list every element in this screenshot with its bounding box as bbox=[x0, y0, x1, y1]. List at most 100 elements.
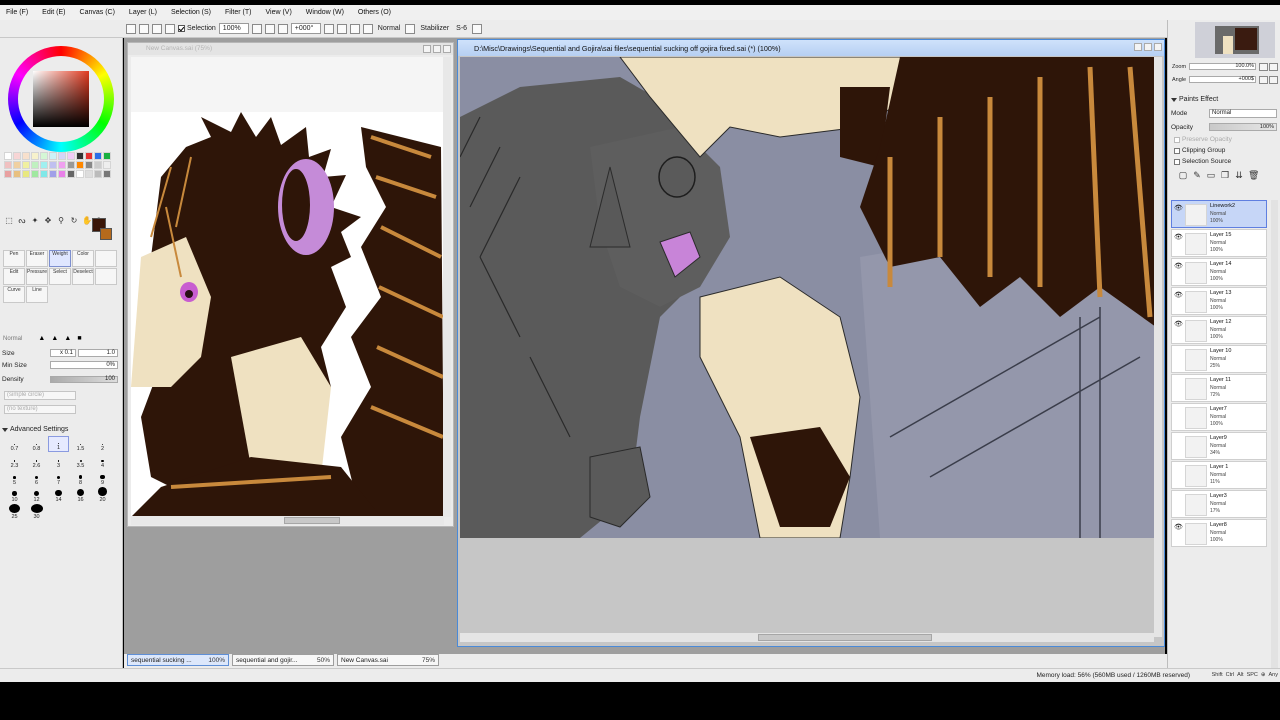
paints-effect-toggle[interactable]: Paints Effect bbox=[1171, 96, 1218, 103]
eye-hidden-icon[interactable] bbox=[1174, 466, 1182, 474]
scrollbar-thumb[interactable] bbox=[284, 517, 340, 524]
selection-toggle[interactable]: Selection bbox=[178, 25, 216, 32]
selection-source-checkbox[interactable] bbox=[1174, 158, 1180, 165]
color-swatch[interactable] bbox=[4, 161, 12, 169]
flip-horizontal-button[interactable] bbox=[362, 23, 373, 34]
preserve-opacity-checkbox[interactable] bbox=[1174, 136, 1180, 143]
color-swatch[interactable] bbox=[94, 161, 102, 169]
rotate-icon[interactable]: ↻ bbox=[69, 216, 79, 225]
layer-row[interactable]: 👁 Layer 15 Normal 100% bbox=[1171, 229, 1267, 257]
stabilizer-dropdown-icon[interactable] bbox=[472, 23, 483, 34]
saturation-value-square[interactable] bbox=[33, 71, 89, 127]
new-layer-icon[interactable]: ▢ bbox=[1178, 170, 1188, 180]
brush-color[interactable]: Color bbox=[72, 250, 94, 267]
layer-row[interactable]: Layer 10 Normal 25% bbox=[1171, 345, 1267, 373]
brush-size-preset[interactable]: 0.8 bbox=[26, 436, 47, 452]
brush-size-preset[interactable]: 25 bbox=[4, 504, 25, 520]
move-icon[interactable]: ✥ bbox=[43, 216, 53, 225]
layer-row[interactable]: 👁 Linework2 Normal 100% bbox=[1171, 200, 1267, 228]
eye-hidden-icon[interactable] bbox=[1174, 379, 1182, 387]
new-linework-layer-icon[interactable]: ✎ bbox=[1192, 170, 1202, 180]
menu-view[interactable]: View (V) bbox=[265, 9, 291, 16]
eye-hidden-icon[interactable] bbox=[1174, 408, 1182, 416]
clipping-group-option[interactable]: Clipping Group bbox=[1174, 147, 1225, 154]
canvas-window-inactive[interactable]: New Canvas.sai (75%) bbox=[127, 42, 454, 527]
layer-row[interactable]: 👁 Layer8 Normal 100% bbox=[1171, 519, 1267, 547]
brush-select[interactable]: Select bbox=[49, 268, 71, 285]
zoom-icon[interactable]: ⚲ bbox=[56, 216, 66, 225]
brush-size-preset[interactable]: 2 bbox=[92, 436, 113, 452]
deselect-button[interactable] bbox=[152, 23, 162, 34]
redo-button[interactable] bbox=[139, 23, 149, 34]
color-wheel[interactable] bbox=[8, 46, 114, 152]
zoom-reset-button[interactable] bbox=[277, 23, 288, 34]
brush-pen[interactable]: Pen bbox=[3, 250, 25, 267]
min-size-value[interactable]: 0% bbox=[50, 361, 118, 369]
brush-size-preset[interactable]: 4 bbox=[92, 453, 113, 469]
brush-size-preset[interactable]: 3 bbox=[48, 453, 69, 469]
menu-window[interactable]: Window (W) bbox=[306, 9, 344, 16]
invert-selection-button[interactable] bbox=[165, 23, 175, 34]
rotation-field[interactable]: +000° bbox=[290, 23, 321, 34]
rotate-reset-button[interactable] bbox=[349, 23, 360, 34]
close-icon[interactable] bbox=[1154, 43, 1162, 51]
eye-hidden-icon[interactable] bbox=[1174, 437, 1182, 445]
brush-size-preset[interactable]: 2.3 bbox=[4, 453, 25, 469]
tip-shape-3-icon[interactable]: ▲ bbox=[64, 335, 74, 342]
brush-size-preset[interactable]: 7 bbox=[48, 470, 69, 486]
menu-selection[interactable]: Selection (S) bbox=[171, 9, 211, 16]
color-swatch[interactable] bbox=[31, 170, 39, 178]
layer-row[interactable]: Layer 1 Normal 11% bbox=[1171, 461, 1267, 489]
horizontal-scrollbar[interactable] bbox=[460, 633, 1154, 642]
color-swatch[interactable] bbox=[40, 152, 48, 160]
brush-size-preset[interactable]: 6 bbox=[26, 470, 47, 486]
color-swatch[interactable] bbox=[31, 161, 39, 169]
menu-edit[interactable]: Edit (E) bbox=[42, 9, 65, 16]
rotate-cw-icon[interactable] bbox=[1269, 75, 1278, 84]
eye-hidden-icon[interactable] bbox=[1174, 350, 1182, 358]
color-swatch[interactable] bbox=[85, 170, 93, 178]
color-swatch[interactable] bbox=[22, 161, 30, 169]
window-titlebar[interactable]: D:\Misc\Drawings\Sequential and Gojira\s… bbox=[458, 40, 1164, 56]
brush-empty-2[interactable] bbox=[95, 268, 117, 285]
layer-row[interactable]: 👁 Layer 14 Normal 100% bbox=[1171, 258, 1267, 286]
color-swatch[interactable] bbox=[76, 161, 84, 169]
brush-size-preset[interactable]: 30 bbox=[26, 504, 47, 520]
layer-list-scrollbar[interactable] bbox=[1271, 200, 1278, 670]
menu-others[interactable]: Others (O) bbox=[358, 9, 391, 16]
brush-size-preset[interactable]: 9 bbox=[92, 470, 113, 486]
size-multiplier[interactable]: x 0.1 bbox=[50, 349, 76, 357]
advanced-settings-toggle[interactable]: Advanced Settings bbox=[2, 426, 68, 433]
color-swatch[interactable] bbox=[58, 152, 66, 160]
navigator-preview[interactable] bbox=[1195, 22, 1275, 58]
layer-row[interactable]: 👁 Layer 12 Normal 100% bbox=[1171, 316, 1267, 344]
brush-curve[interactable]: Curve bbox=[3, 286, 25, 303]
brush-size-preset[interactable]: 3.5 bbox=[70, 453, 91, 469]
swatch-grid[interactable] bbox=[4, 152, 114, 200]
color-swatch[interactable] bbox=[103, 161, 111, 169]
tip-shape-1-icon[interactable]: ▲ bbox=[38, 335, 48, 342]
brush-size-preset[interactable]: 12 bbox=[26, 487, 47, 503]
brush-size-preset[interactable]: 1 bbox=[48, 436, 69, 452]
close-icon[interactable] bbox=[443, 45, 451, 53]
layer-row[interactable]: Layer7 Normal 100% bbox=[1171, 403, 1267, 431]
selection-source-option[interactable]: Selection Source bbox=[1174, 158, 1231, 165]
angle-slider[interactable]: +000$ bbox=[1189, 76, 1256, 83]
eye-icon[interactable]: 👁 bbox=[1174, 321, 1183, 329]
zoom-slider[interactable]: 100.0% bbox=[1189, 63, 1256, 70]
layer-row[interactable]: 👁 Layer 13 Normal 100% bbox=[1171, 287, 1267, 315]
eye-icon[interactable]: 👁 bbox=[1174, 524, 1183, 532]
color-swatch[interactable] bbox=[94, 170, 102, 178]
layer-opacity-slider[interactable]: 100% bbox=[1209, 123, 1277, 131]
brush-deselect[interactable]: Deselect bbox=[72, 268, 94, 285]
vertical-scrollbar[interactable] bbox=[1154, 57, 1162, 637]
blend-mode-select[interactable]: Normal bbox=[376, 25, 403, 32]
zoom-in-button[interactable] bbox=[264, 23, 275, 34]
eye-hidden-icon[interactable] bbox=[1174, 495, 1182, 503]
brush-size-preset[interactable]: 1.5 bbox=[70, 436, 91, 452]
layer-row[interactable]: Layer9 Normal 34% bbox=[1171, 432, 1267, 460]
brush-size-preset[interactable]: 0.7 bbox=[4, 436, 25, 452]
canvas-window-active[interactable]: D:\Misc\Drawings\Sequential and Gojira\s… bbox=[457, 39, 1165, 647]
brush-blend-mode[interactable]: Normal bbox=[3, 336, 22, 342]
color-swatch[interactable] bbox=[67, 152, 75, 160]
